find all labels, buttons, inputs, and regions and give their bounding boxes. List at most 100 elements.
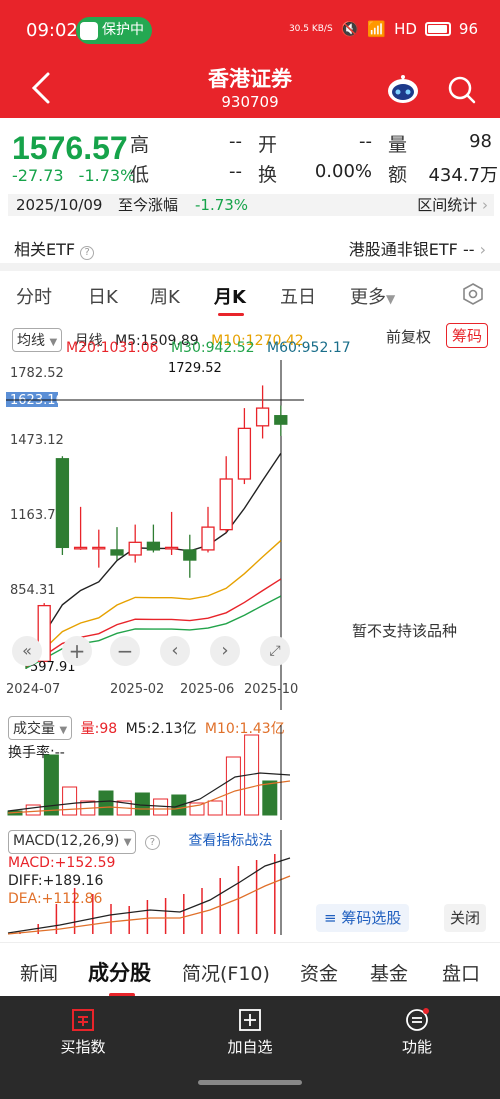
- chevron-right-icon: ›: [479, 240, 486, 259]
- diff-line: [7, 857, 291, 934]
- chart-controls: « + − ‹ › ⤢: [10, 636, 300, 670]
- related-etf-row[interactable]: 相关ETF ? 港股通非银ETF -- ›: [0, 226, 500, 262]
- volume-bars: [7, 734, 278, 816]
- tab-f10[interactable]: 简况(F10): [182, 959, 270, 986]
- candles: [19, 385, 288, 669]
- tab-order-book[interactable]: 盘口: [442, 959, 480, 986]
- tab-day-k[interactable]: 日K: [88, 283, 118, 309]
- buy-index-button[interactable]: 买指数: [33, 1008, 133, 1057]
- ma-legend-row2: M20:1031.06 M30:942.52 M60:952.17: [66, 340, 351, 356]
- to-date-value: -1.73%: [195, 196, 249, 214]
- price-axis-labels: 1782.52 1623.16 1473.12 1163.72 854.31: [6, 366, 64, 598]
- x-axis-label: 2024-07: [6, 682, 61, 697]
- chip-stock-picker-button[interactable]: ≡ 筹码选股: [316, 904, 410, 932]
- high-value: --: [229, 131, 242, 152]
- amount-label: 额: [388, 164, 408, 186]
- volume-chart: [7, 725, 291, 820]
- zoom-reset-icon[interactable]: «: [12, 636, 42, 666]
- bottom-toolbar: 买指数 加自选 功能: [0, 996, 500, 1099]
- hd-label: HD: [394, 20, 417, 38]
- change-value: -27.73: [12, 166, 64, 185]
- move-right-icon[interactable]: ›: [210, 636, 240, 666]
- battery-level: 96: [458, 20, 478, 38]
- x-axis: 2024-07 2025-02 2025-06 2025-10: [6, 682, 306, 700]
- candle: [219, 478, 233, 531]
- settings-icon[interactable]: [462, 283, 484, 305]
- net-speed: 30.5 KB/S: [288, 24, 333, 34]
- search-icon[interactable]: [446, 74, 478, 106]
- robot-assistant-icon[interactable]: [386, 72, 420, 106]
- help-icon[interactable]: ?: [80, 246, 95, 260]
- zoom-in-icon[interactable]: +: [62, 636, 92, 666]
- low-label: 低: [130, 164, 150, 186]
- last-price: 1576.57: [12, 130, 128, 166]
- high-annotation: 1729.52: [168, 361, 222, 376]
- chip-button[interactable]: 筹码: [446, 323, 489, 348]
- x-axis-label: 2025-10: [244, 682, 299, 697]
- tab-constituents[interactable]: 成分股: [88, 957, 151, 987]
- candle: [237, 427, 252, 480]
- bottom-tabs: 新闻 成分股 简况(F10) 资金 基金 盘口: [0, 942, 500, 997]
- turnover-value: 0.00%: [314, 161, 372, 182]
- open-label: 开: [258, 134, 278, 156]
- fullscreen-icon[interactable]: ⤢: [260, 636, 290, 666]
- unsupported-message: 暂不支持该品种: [352, 622, 458, 640]
- etf-link[interactable]: 港股通非银ETF -- ›: [349, 236, 486, 260]
- caret-down-icon: ▼: [386, 292, 396, 306]
- candle: [183, 549, 197, 561]
- ma-selector[interactable]: 均线 ▼: [12, 328, 63, 352]
- volume-bar: [25, 804, 41, 816]
- section-divider: [0, 263, 500, 271]
- tab-funds[interactable]: 基金: [370, 959, 408, 986]
- status-icons: 30.5 KB/S 🔇 📶 HD 96: [289, 20, 478, 38]
- price-axis-label: 1782.52: [10, 366, 64, 381]
- to-date-label: 至今涨幅: [118, 196, 179, 214]
- tab-week-k[interactable]: 周K: [150, 283, 180, 309]
- zoom-out-icon[interactable]: −: [110, 636, 140, 666]
- candle: [201, 526, 215, 551]
- functions-button[interactable]: 功能: [367, 1008, 467, 1057]
- functions-label: 功能: [401, 1038, 432, 1056]
- chip-stock-picker-label: 筹码选股: [341, 909, 402, 927]
- chart-area: 均线 ▼ 月线 M5:1509.89 M10:1270.42 M20:1031.…: [0, 320, 500, 940]
- menu-icon: [406, 1008, 429, 1031]
- home-indicator: [198, 1080, 302, 1085]
- tab-news[interactable]: 新闻: [20, 959, 58, 986]
- add-watchlist-button[interactable]: 加自选: [200, 1008, 300, 1057]
- candle: [164, 546, 179, 550]
- macd-chart: [7, 830, 291, 935]
- mute-icon: 🔇: [340, 20, 360, 38]
- tab-capital[interactable]: 资金: [300, 959, 338, 986]
- ma60-value: M60:952.17: [267, 340, 351, 356]
- x-axis-label: 2025-06: [180, 682, 235, 697]
- amount-value: 434.7万: [428, 165, 498, 186]
- turnover-label: 换: [258, 164, 278, 186]
- price-axis-label: 854.31: [10, 583, 56, 598]
- volume-bar: [225, 756, 241, 816]
- interval-stats[interactable]: 区间统计 ›: [417, 194, 488, 216]
- etf-label: 相关ETF ?: [14, 236, 95, 260]
- tab-intraday[interactable]: 分时: [16, 283, 52, 309]
- tab-five-day[interactable]: 五日: [280, 283, 316, 309]
- tab-more[interactable]: 更多▼: [350, 283, 395, 309]
- dea-line: [7, 875, 291, 935]
- candle: [255, 407, 270, 427]
- chevron-right-icon: ›: [482, 196, 488, 214]
- protect-badge: 保护中: [76, 17, 152, 44]
- close-button[interactable]: 关闭: [444, 904, 487, 932]
- quote-date: 2025/10/09: [16, 196, 103, 214]
- period-tabs: 分时 日K 周K 月K 五日 更多▼: [0, 271, 500, 319]
- quote-panel: 1576.57 -27.73 -1.73% 高 -- 开 -- 量 98 低 -…: [0, 118, 500, 268]
- date-strip[interactable]: 2025/10/09 至今涨幅 -1.73% 区间统计 ›: [8, 194, 494, 216]
- volume-bar: [207, 800, 223, 816]
- high-label: 高: [130, 134, 150, 156]
- move-left-icon[interactable]: ‹: [160, 636, 190, 666]
- change-pct: -1.73%: [78, 166, 136, 185]
- wifi-icon: 📶: [367, 20, 387, 38]
- shield-icon: [80, 21, 98, 40]
- tab-month-k[interactable]: 月K: [214, 283, 246, 309]
- price-axis-label: 1163.72: [10, 508, 64, 523]
- low-value: --: [229, 161, 242, 182]
- adjust-mode[interactable]: 前复权: [386, 326, 431, 347]
- page-title: 香港证券: [208, 67, 292, 91]
